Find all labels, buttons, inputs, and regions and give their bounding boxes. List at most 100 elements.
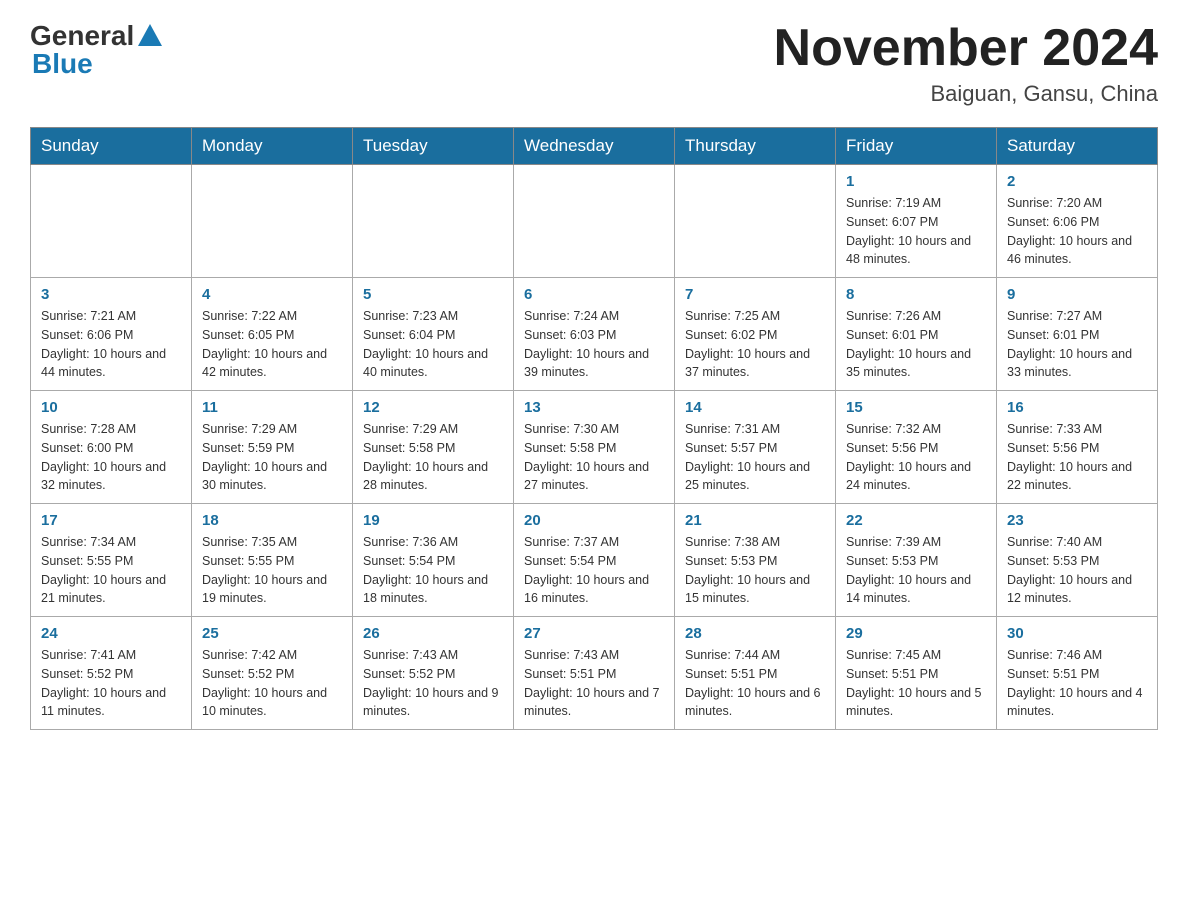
day-info: Sunrise: 7:44 AMSunset: 5:51 PMDaylight:… <box>685 646 825 721</box>
day-number: 13 <box>524 399 664 416</box>
day-number: 8 <box>846 286 986 303</box>
logo-blue-label: Blue <box>32 48 93 80</box>
calendar-day-cell: 9Sunrise: 7:27 AMSunset: 6:01 PMDaylight… <box>997 278 1158 391</box>
calendar-day-cell: 11 Sunrise: 7:29 AMSunset: 5:59 PMDayligh… <box>192 391 353 504</box>
day-number: 10 <box>41 399 181 416</box>
day-info: Sunrise: 7:24 AMSunset: 6:03 PMDaylight:… <box>524 307 664 382</box>
page-header: General Blue November 2024 Baiguan, Gans… <box>30 20 1158 107</box>
day-number: 9 <box>1007 286 1147 303</box>
calendar-day-cell: 10Sunrise: 7:28 AMSunset: 6:00 PMDayligh… <box>31 391 192 504</box>
weekday-header-monday: Monday <box>192 128 353 165</box>
day-info: Sunrise: 7:46 AMSunset: 5:51 PMDaylight:… <box>1007 646 1147 721</box>
day-info: Sunrise: 7:31 AMSunset: 5:57 PMDaylight:… <box>685 420 825 495</box>
day-number: 5 <box>363 286 503 303</box>
month-title: November 2024 <box>774 20 1158 77</box>
day-number: 21 <box>685 512 825 529</box>
calendar-day-cell: 13 Sunrise: 7:30 AMSunset: 5:58 PMDayligh… <box>514 391 675 504</box>
day-info: Sunrise: 7:42 AMSunset: 5:52 PMDaylight:… <box>202 646 342 721</box>
calendar-day-cell: 15 Sunrise: 7:32 AMSunset: 5:56 PMDayligh… <box>836 391 997 504</box>
calendar-day-cell: 20 Sunrise: 7:37 AMSunset: 5:54 PMDayligh… <box>514 504 675 617</box>
calendar-day-cell: 29 Sunrise: 7:45 AMSunset: 5:51 PMDayligh… <box>836 617 997 730</box>
day-info: Sunrise: 7:22 AMSunset: 6:05 PMDaylight:… <box>202 307 342 382</box>
day-number: 20 <box>524 512 664 529</box>
day-info: Sunrise: 7:19 AMSunset: 6:07 PMDaylight:… <box>846 194 986 269</box>
weekday-header-tuesday: Tuesday <box>353 128 514 165</box>
calendar-table: SundayMondayTuesdayWednesdayThursdayFrid… <box>30 127 1158 730</box>
calendar-day-cell <box>192 165 353 278</box>
day-info: Sunrise: 7:34 AMSunset: 5:55 PMDaylight:… <box>41 533 181 608</box>
title-section: November 2024 Baiguan, Gansu, China <box>774 20 1158 107</box>
day-info: Sunrise: 7:36 AMSunset: 5:54 PMDaylight:… <box>363 533 503 608</box>
calendar-day-cell: 6 Sunrise: 7:24 AMSunset: 6:03 PMDaylight… <box>514 278 675 391</box>
day-number: 1 <box>846 173 986 190</box>
calendar-day-cell: 21 Sunrise: 7:38 AMSunset: 5:53 PMDayligh… <box>675 504 836 617</box>
day-number: 28 <box>685 625 825 642</box>
day-number: 11 <box>202 399 342 416</box>
calendar-day-cell: 4 Sunrise: 7:22 AMSunset: 6:05 PMDaylight… <box>192 278 353 391</box>
calendar-day-cell: 5Sunrise: 7:23 AMSunset: 6:04 PMDaylight… <box>353 278 514 391</box>
weekday-header-saturday: Saturday <box>997 128 1158 165</box>
logo: General Blue <box>30 20 162 80</box>
logo-triangle-icon <box>138 24 162 46</box>
day-info: Sunrise: 7:33 AMSunset: 5:56 PMDaylight:… <box>1007 420 1147 495</box>
day-number: 7 <box>685 286 825 303</box>
weekday-header-friday: Friday <box>836 128 997 165</box>
calendar-day-cell: 18 Sunrise: 7:35 AMSunset: 5:55 PMDayligh… <box>192 504 353 617</box>
day-number: 22 <box>846 512 986 529</box>
day-info: Sunrise: 7:29 AMSunset: 5:59 PMDaylight:… <box>202 420 342 495</box>
calendar-day-cell: 16Sunrise: 7:33 AMSunset: 5:56 PMDayligh… <box>997 391 1158 504</box>
calendar-day-cell: 28 Sunrise: 7:44 AMSunset: 5:51 PMDayligh… <box>675 617 836 730</box>
weekday-header-wednesday: Wednesday <box>514 128 675 165</box>
day-number: 12 <box>363 399 503 416</box>
day-number: 29 <box>846 625 986 642</box>
day-info: Sunrise: 7:37 AMSunset: 5:54 PMDaylight:… <box>524 533 664 608</box>
day-number: 4 <box>202 286 342 303</box>
calendar-day-cell: 23Sunrise: 7:40 AMSunset: 5:53 PMDayligh… <box>997 504 1158 617</box>
calendar-week-row: 17Sunrise: 7:34 AMSunset: 5:55 PMDayligh… <box>31 504 1158 617</box>
day-number: 2 <box>1007 173 1147 190</box>
calendar-week-row: 1 Sunrise: 7:19 AMSunset: 6:07 PMDaylight… <box>31 165 1158 278</box>
day-info: Sunrise: 7:21 AMSunset: 6:06 PMDaylight:… <box>41 307 181 382</box>
day-info: Sunrise: 7:39 AMSunset: 5:53 PMDaylight:… <box>846 533 986 608</box>
day-info: Sunrise: 7:43 AMSunset: 5:52 PMDaylight:… <box>363 646 503 721</box>
calendar-day-cell: 12 Sunrise: 7:29 AMSunset: 5:58 PMDayligh… <box>353 391 514 504</box>
weekday-header-thursday: Thursday <box>675 128 836 165</box>
calendar-day-cell: 17Sunrise: 7:34 AMSunset: 5:55 PMDayligh… <box>31 504 192 617</box>
calendar-week-row: 3 Sunrise: 7:21 AMSunset: 6:06 PMDaylight… <box>31 278 1158 391</box>
day-number: 23 <box>1007 512 1147 529</box>
calendar-day-cell <box>514 165 675 278</box>
calendar-day-cell: 30 Sunrise: 7:46 AMSunset: 5:51 PMDayligh… <box>997 617 1158 730</box>
day-info: Sunrise: 7:20 AMSunset: 6:06 PMDaylight:… <box>1007 194 1147 269</box>
calendar-week-row: 24Sunrise: 7:41 AMSunset: 5:52 PMDayligh… <box>31 617 1158 730</box>
calendar-day-cell: 8Sunrise: 7:26 AMSunset: 6:01 PMDaylight… <box>836 278 997 391</box>
day-info: Sunrise: 7:38 AMSunset: 5:53 PMDaylight:… <box>685 533 825 608</box>
day-number: 3 <box>41 286 181 303</box>
day-info: Sunrise: 7:25 AMSunset: 6:02 PMDaylight:… <box>685 307 825 382</box>
day-number: 26 <box>363 625 503 642</box>
calendar-day-cell: 25Sunrise: 7:42 AMSunset: 5:52 PMDayligh… <box>192 617 353 730</box>
calendar-day-cell: 26 Sunrise: 7:43 AMSunset: 5:52 PMDayligh… <box>353 617 514 730</box>
day-info: Sunrise: 7:29 AMSunset: 5:58 PMDaylight:… <box>363 420 503 495</box>
calendar-day-cell: 3 Sunrise: 7:21 AMSunset: 6:06 PMDaylight… <box>31 278 192 391</box>
calendar-day-cell: 24Sunrise: 7:41 AMSunset: 5:52 PMDayligh… <box>31 617 192 730</box>
calendar-day-cell: 1 Sunrise: 7:19 AMSunset: 6:07 PMDaylight… <box>836 165 997 278</box>
day-number: 18 <box>202 512 342 529</box>
calendar-day-cell: 22 Sunrise: 7:39 AMSunset: 5:53 PMDayligh… <box>836 504 997 617</box>
weekday-header-row: SundayMondayTuesdayWednesdayThursdayFrid… <box>31 128 1158 165</box>
day-number: 6 <box>524 286 664 303</box>
calendar-day-cell: 2 Sunrise: 7:20 AMSunset: 6:06 PMDaylight… <box>997 165 1158 278</box>
day-info: Sunrise: 7:30 AMSunset: 5:58 PMDaylight:… <box>524 420 664 495</box>
day-info: Sunrise: 7:35 AMSunset: 5:55 PMDaylight:… <box>202 533 342 608</box>
day-number: 30 <box>1007 625 1147 642</box>
calendar-day-cell <box>31 165 192 278</box>
day-info: Sunrise: 7:32 AMSunset: 5:56 PMDaylight:… <box>846 420 986 495</box>
calendar-day-cell: 27Sunrise: 7:43 AMSunset: 5:51 PMDayligh… <box>514 617 675 730</box>
calendar-day-cell: 7 Sunrise: 7:25 AMSunset: 6:02 PMDaylight… <box>675 278 836 391</box>
calendar-day-cell <box>675 165 836 278</box>
weekday-header-sunday: Sunday <box>31 128 192 165</box>
day-number: 27 <box>524 625 664 642</box>
calendar-day-cell <box>353 165 514 278</box>
location-title: Baiguan, Gansu, China <box>774 81 1158 107</box>
day-info: Sunrise: 7:45 AMSunset: 5:51 PMDaylight:… <box>846 646 986 721</box>
day-number: 15 <box>846 399 986 416</box>
